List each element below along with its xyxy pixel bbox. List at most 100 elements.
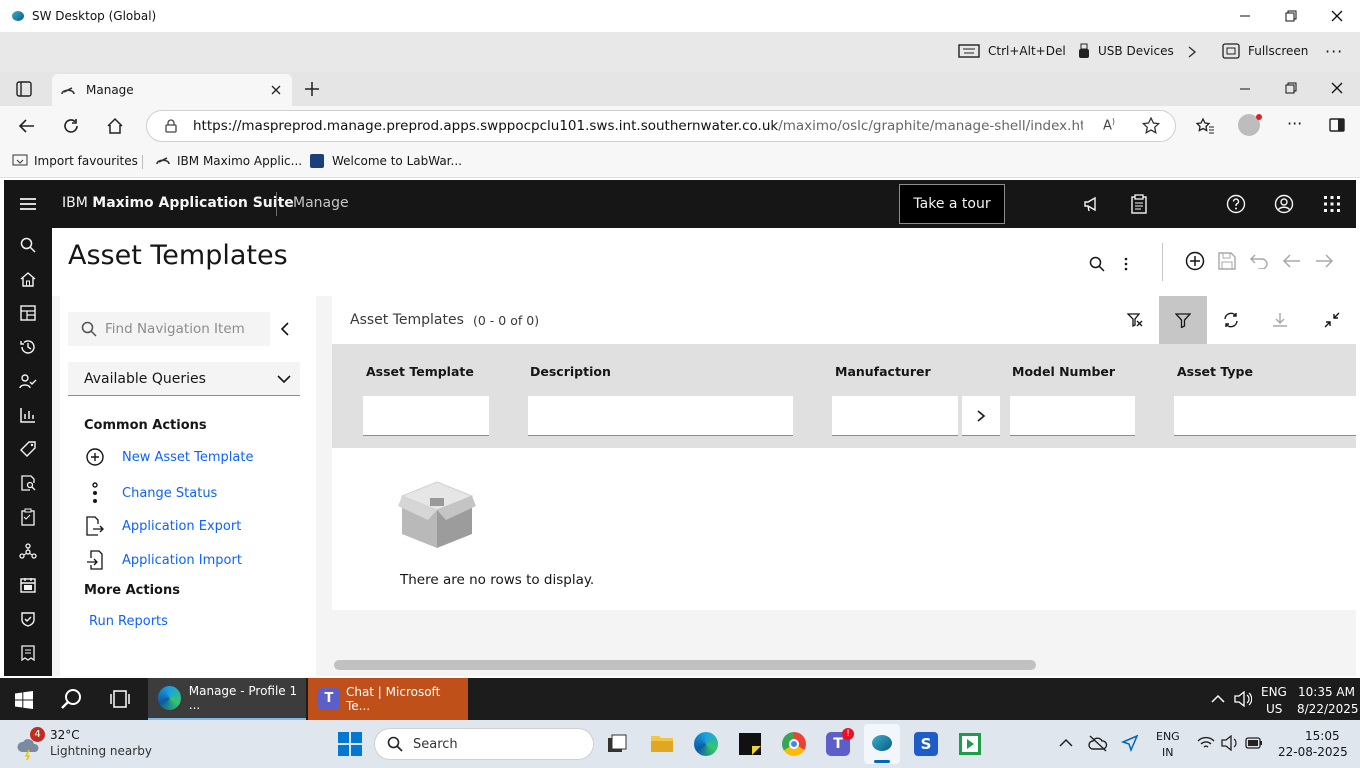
sticky-notes-icon[interactable] <box>738 732 762 756</box>
fullscreen-button[interactable]: Fullscreen <box>1222 43 1308 59</box>
page-search-icon[interactable] <box>1089 256 1105 272</box>
overflow-menu-icon[interactable] <box>1124 256 1128 272</box>
tab-close-icon[interactable] <box>270 84 282 96</box>
download-icon[interactable] <box>1272 312 1288 328</box>
input-language-top[interactable]: ENG <box>1261 685 1287 699</box>
input-language-bottom[interactable]: US <box>1266 702 1282 716</box>
add-favorite-icon[interactable] <box>1142 117 1160 135</box>
file-explorer-icon[interactable] <box>650 733 674 753</box>
user-profile-icon[interactable] <box>1274 194 1294 214</box>
address-bar[interactable]: https://maspreprod.manage.preprod.apps.s… <box>146 110 1176 142</box>
taskbar-search-icon[interactable] <box>61 688 83 710</box>
new-tab-icon[interactable] <box>304 81 320 97</box>
help-icon[interactable] <box>1226 194 1246 214</box>
filter-button[interactable] <box>1159 296 1207 344</box>
favourite-item-labware[interactable]: Welcome to LabWar... <box>310 154 462 168</box>
usb-devices-button[interactable]: USB Devices <box>1078 43 1174 59</box>
save-icon[interactable] <box>1218 252 1236 270</box>
windows-start-icon[interactable] <box>15 691 33 709</box>
column-header-description[interactable]: Description <box>530 364 611 379</box>
clock-date[interactable]: 8/22/2025 <box>1297 702 1359 716</box>
edge-taskbar-icon[interactable] <box>694 732 718 756</box>
cloud-sync-off-icon[interactable] <box>1088 734 1108 752</box>
refresh-table-icon[interactable] <box>1223 312 1239 328</box>
app-switcher-icon[interactable] <box>1323 195 1341 213</box>
clear-filter-icon[interactable] <box>1127 312 1143 328</box>
collapse-icon[interactable] <box>1324 312 1340 328</box>
reports-chart-icon[interactable] <box>4 398 52 432</box>
add-record-icon[interactable] <box>1185 251 1205 271</box>
host-clock-time[interactable]: 15:05 <box>1305 729 1340 743</box>
restore-button[interactable] <box>1284 9 1298 23</box>
wifi-icon[interactable] <box>1197 735 1215 751</box>
sidebar-toggle-icon[interactable] <box>1329 118 1345 132</box>
task-view-icon[interactable] <box>110 690 130 708</box>
chrome-icon[interactable] <box>782 732 806 756</box>
column-header-model-number[interactable]: Model Number <box>1012 364 1115 379</box>
taskbar-app-edge[interactable]: Manage - Profile 1 ... <box>148 678 306 720</box>
checklist-icon[interactable] <box>4 500 52 534</box>
minimize-button[interactable] <box>1238 8 1252 22</box>
action-change-status[interactable]: Change Status <box>86 482 217 504</box>
show-hidden-icons-icon[interactable] <box>1211 694 1225 704</box>
volume-icon[interactable] <box>1234 691 1252 707</box>
browser-restore-button[interactable] <box>1284 81 1298 95</box>
network-icon[interactable] <box>4 534 52 568</box>
host-clock-date[interactable]: 22-08-2025 <box>1278 745 1348 759</box>
receipt-icon[interactable] <box>4 636 52 670</box>
favourite-item-ibm[interactable]: IBM Maximo Applic... <box>155 154 302 168</box>
clipboard-icon[interactable] <box>1131 194 1147 214</box>
speaker-icon[interactable] <box>1221 735 1239 751</box>
clock-time[interactable]: 10:35 AM <box>1298 685 1355 699</box>
refresh-icon[interactable] <box>62 117 80 135</box>
megaphone-icon[interactable] <box>1083 195 1101 213</box>
filter-description-input[interactable] <box>528 396 793 436</box>
calendar-icon[interactable] <box>4 568 52 602</box>
available-queries-dropdown[interactable]: Available Queries <box>68 362 300 396</box>
back-icon[interactable] <box>18 117 36 135</box>
home-nav-icon[interactable] <box>4 262 52 296</box>
hamburger-menu-icon[interactable] <box>19 196 37 212</box>
snipping-app-icon[interactable]: S <box>914 732 938 756</box>
chevron-right-icon[interactable] <box>1186 45 1198 59</box>
action-new-asset-template[interactable]: New Asset Template <box>86 448 253 466</box>
tab-actions-icon[interactable] <box>16 81 32 97</box>
browser-close-button[interactable] <box>1330 81 1344 95</box>
filter-asset-type-input[interactable] <box>1174 396 1356 436</box>
action-application-import[interactable]: Application Import <box>86 550 242 570</box>
sw-desktop-taskbar-item[interactable] <box>864 724 900 764</box>
taskbar-app-teams[interactable]: T Chat | Microsoft Te... <box>308 678 468 720</box>
collapse-panel-icon[interactable] <box>279 321 291 337</box>
more-options-icon[interactable]: ··· <box>1325 42 1343 61</box>
next-record-icon[interactable] <box>1314 253 1334 269</box>
action-application-export[interactable]: Application Export <box>86 516 241 536</box>
manufacturer-lookup-button[interactable] <box>962 396 1000 436</box>
browser-minimize-button[interactable] <box>1238 81 1252 95</box>
show-hidden-icons-icon[interactable] <box>1059 738 1073 748</box>
host-language-top[interactable]: ENG <box>1156 730 1180 743</box>
filter-manufacturer-input[interactable] <box>832 396 958 436</box>
host-language-bottom[interactable]: IN <box>1162 746 1173 759</box>
undo-icon[interactable] <box>1249 253 1269 269</box>
windows-start-icon[interactable] <box>338 732 362 756</box>
filter-model-number-input[interactable] <box>1010 396 1135 436</box>
horizontal-scrollbar[interactable] <box>334 660 1036 670</box>
column-header-asset-template[interactable]: Asset Template <box>366 364 474 379</box>
shield-check-icon[interactable] <box>4 602 52 636</box>
settings-more-icon[interactable]: ··· <box>1287 114 1302 133</box>
media-player-icon[interactable] <box>958 732 982 756</box>
favorites-icon[interactable] <box>1195 117 1215 135</box>
ctrl-alt-del-button[interactable]: Ctrl+Alt+Del <box>958 43 1066 59</box>
battery-icon[interactable] <box>1245 737 1263 749</box>
find-navigation-input[interactable]: Find Navigation Item <box>68 312 270 346</box>
document-search-icon[interactable] <box>4 466 52 500</box>
task-view-icon[interactable] <box>606 734 628 754</box>
dashboard-icon[interactable] <box>4 296 52 330</box>
filter-asset-template-input[interactable] <box>363 396 489 436</box>
location-arrow-icon[interactable] <box>1121 734 1139 752</box>
column-header-manufacturer[interactable]: Manufacturer <box>835 364 931 379</box>
user-activity-icon[interactable] <box>4 364 52 398</box>
search-icon[interactable] <box>4 228 52 262</box>
column-header-asset-type[interactable]: Asset Type <box>1177 364 1253 379</box>
home-icon[interactable] <box>106 117 124 135</box>
